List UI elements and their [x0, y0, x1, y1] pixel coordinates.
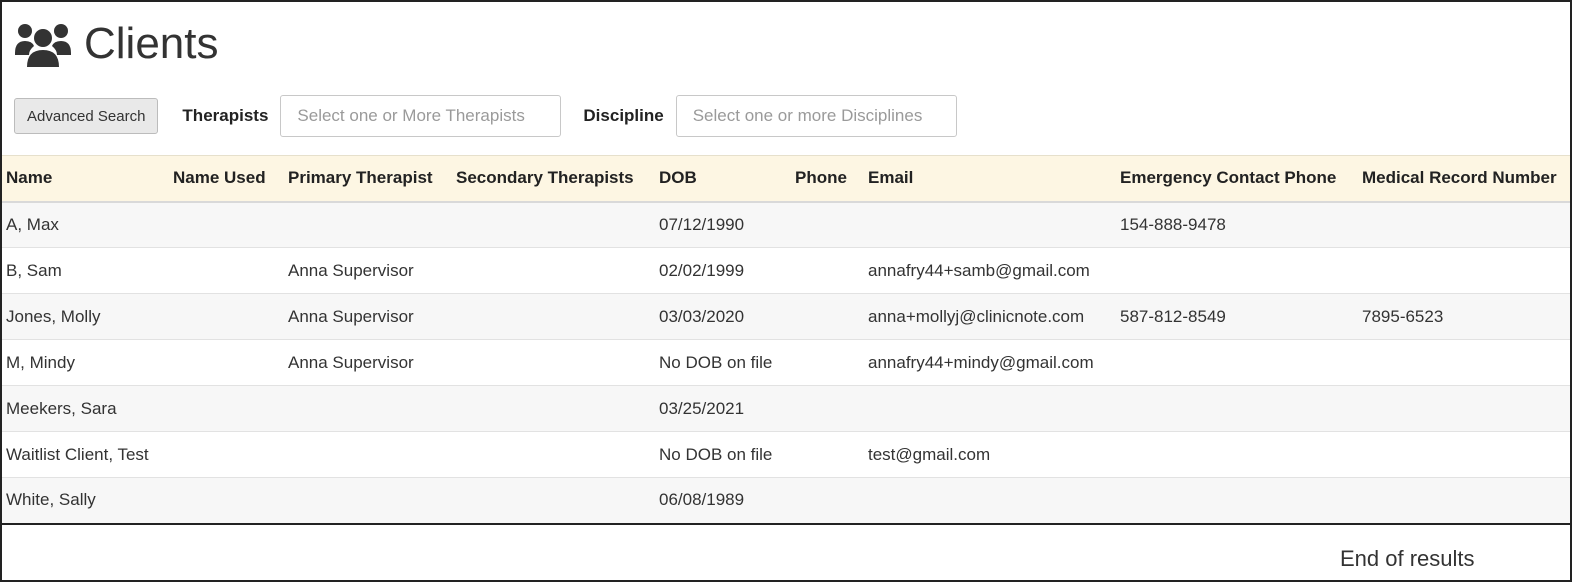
- cell-emergency-contact-phone: [1116, 477, 1358, 525]
- column-header-primary-therapist[interactable]: Primary Therapist: [284, 155, 452, 203]
- cell-name-used: [169, 293, 284, 340]
- cell-phone: [791, 247, 864, 294]
- column-header-name-used[interactable]: Name Used: [169, 155, 284, 203]
- cell-name-used: [169, 201, 284, 248]
- cell-dob: No DOB on file: [655, 339, 791, 386]
- cell-medical-record-number: 7895-6523: [1358, 293, 1570, 340]
- users-icon: [15, 24, 71, 67]
- column-header-emergency-contact-phone[interactable]: Emergency Contact Phone: [1116, 155, 1358, 203]
- cell-name[interactable]: A, Max: [2, 201, 169, 248]
- cell-email: test@gmail.com: [864, 431, 1116, 478]
- cell-primary-therapist: Anna Supervisor: [284, 293, 452, 340]
- cell-phone: [791, 385, 864, 432]
- discipline-select[interactable]: [675, 95, 957, 137]
- column-header-dob[interactable]: DOB: [655, 155, 791, 203]
- cell-name-used: [169, 247, 284, 294]
- cell-secondary-therapists: [452, 339, 655, 386]
- column-header-secondary-therapists[interactable]: Secondary Therapists: [452, 155, 655, 203]
- cell-name-used: [169, 431, 284, 478]
- cell-primary-therapist: [284, 385, 452, 432]
- cell-email: [864, 201, 1116, 248]
- table-row[interactable]: White, Sally 06/08/1989: [2, 477, 1570, 525]
- column-header-medical-record-number[interactable]: Medical Record Number: [1358, 155, 1570, 203]
- cell-dob: No DOB on file: [655, 431, 791, 478]
- cell-name[interactable]: Meekers, Sara: [2, 385, 169, 432]
- end-of-results-text: End of results: [1340, 546, 1475, 571]
- therapists-label: Therapists: [182, 106, 269, 125]
- cell-secondary-therapists: [452, 201, 655, 248]
- cell-name[interactable]: M, Mindy: [2, 339, 169, 386]
- cell-emergency-contact-phone: [1116, 339, 1358, 386]
- cell-phone: [791, 293, 864, 340]
- cell-name-used: [169, 477, 284, 525]
- cell-secondary-therapists: [452, 385, 655, 432]
- cell-primary-therapist: [284, 431, 452, 478]
- advanced-search-button[interactable]: Advanced Search: [14, 98, 159, 134]
- table-row[interactable]: Meekers, Sara 03/25/2021: [2, 385, 1570, 432]
- page-header: Clients: [14, 16, 219, 72]
- cell-primary-therapist: Anna Supervisor: [284, 247, 452, 294]
- cell-dob: 06/08/1989: [655, 477, 791, 525]
- therapists-select[interactable]: [280, 95, 562, 137]
- discipline-label: Discipline: [583, 106, 664, 125]
- table-header-row: Name Name Used Primary Therapist Seconda…: [2, 155, 1570, 203]
- cell-primary-therapist: [284, 477, 452, 525]
- cell-phone: [791, 477, 864, 525]
- table-row[interactable]: Jones, Molly Anna Supervisor 03/03/2020 …: [2, 293, 1570, 340]
- cell-phone: [791, 201, 864, 248]
- cell-phone: [791, 431, 864, 478]
- table-row[interactable]: M, Mindy Anna Supervisor No DOB on file …: [2, 339, 1570, 386]
- cell-dob: 02/02/1999: [655, 247, 791, 294]
- cell-emergency-contact-phone: 154-888-9478: [1116, 201, 1358, 248]
- cell-secondary-therapists: [452, 431, 655, 478]
- cell-dob: 03/25/2021: [655, 385, 791, 432]
- table-row[interactable]: Waitlist Client, Test No DOB on file tes…: [2, 431, 1570, 478]
- cell-emergency-contact-phone: [1116, 385, 1358, 432]
- cell-email: annafry44+samb@gmail.com: [864, 247, 1116, 294]
- column-header-email[interactable]: Email: [864, 155, 1116, 203]
- cell-phone: [791, 339, 864, 386]
- cell-secondary-therapists: [452, 477, 655, 525]
- cell-primary-therapist: Anna Supervisor: [284, 339, 452, 386]
- page-title: Clients: [84, 19, 219, 68]
- column-header-name[interactable]: Name: [2, 155, 169, 203]
- cell-emergency-contact-phone: 587-812-8549: [1116, 293, 1358, 340]
- cell-medical-record-number: [1358, 431, 1570, 478]
- cell-medical-record-number: [1358, 477, 1570, 525]
- cell-name[interactable]: Waitlist Client, Test: [2, 431, 169, 478]
- cell-dob: 03/03/2020: [655, 293, 791, 340]
- cell-dob: 07/12/1990: [655, 201, 791, 248]
- table-row[interactable]: B, Sam Anna Supervisor 02/02/1999 annafr…: [2, 247, 1570, 294]
- clients-table-wrapper: Name Name Used Primary Therapist Seconda…: [2, 155, 1570, 525]
- cell-email: [864, 477, 1116, 525]
- cell-email: annafry44+mindy@gmail.com: [864, 339, 1116, 386]
- cell-name[interactable]: Jones, Molly: [2, 293, 169, 340]
- filter-bar: Advanced Search Therapists Discipline: [14, 94, 957, 138]
- cell-medical-record-number: [1358, 385, 1570, 432]
- cell-name[interactable]: B, Sam: [2, 247, 169, 294]
- cell-secondary-therapists: [452, 293, 655, 340]
- table-row[interactable]: A, Max 07/12/1990 154-888-9478: [2, 201, 1570, 248]
- cell-name[interactable]: White, Sally: [2, 477, 169, 525]
- cell-medical-record-number: [1358, 339, 1570, 386]
- clients-page: Clients Advanced Search Therapists Disci…: [0, 0, 1572, 582]
- cell-secondary-therapists: [452, 247, 655, 294]
- clients-table: Name Name Used Primary Therapist Seconda…: [2, 155, 1570, 525]
- column-header-phone[interactable]: Phone: [791, 155, 864, 203]
- cell-medical-record-number: [1358, 247, 1570, 294]
- cell-name-used: [169, 385, 284, 432]
- cell-email: anna+mollyj@clinicnote.com: [864, 293, 1116, 340]
- cell-emergency-contact-phone: [1116, 247, 1358, 294]
- cell-emergency-contact-phone: [1116, 431, 1358, 478]
- cell-name-used: [169, 339, 284, 386]
- cell-email: [864, 385, 1116, 432]
- cell-primary-therapist: [284, 201, 452, 248]
- cell-medical-record-number: [1358, 201, 1570, 248]
